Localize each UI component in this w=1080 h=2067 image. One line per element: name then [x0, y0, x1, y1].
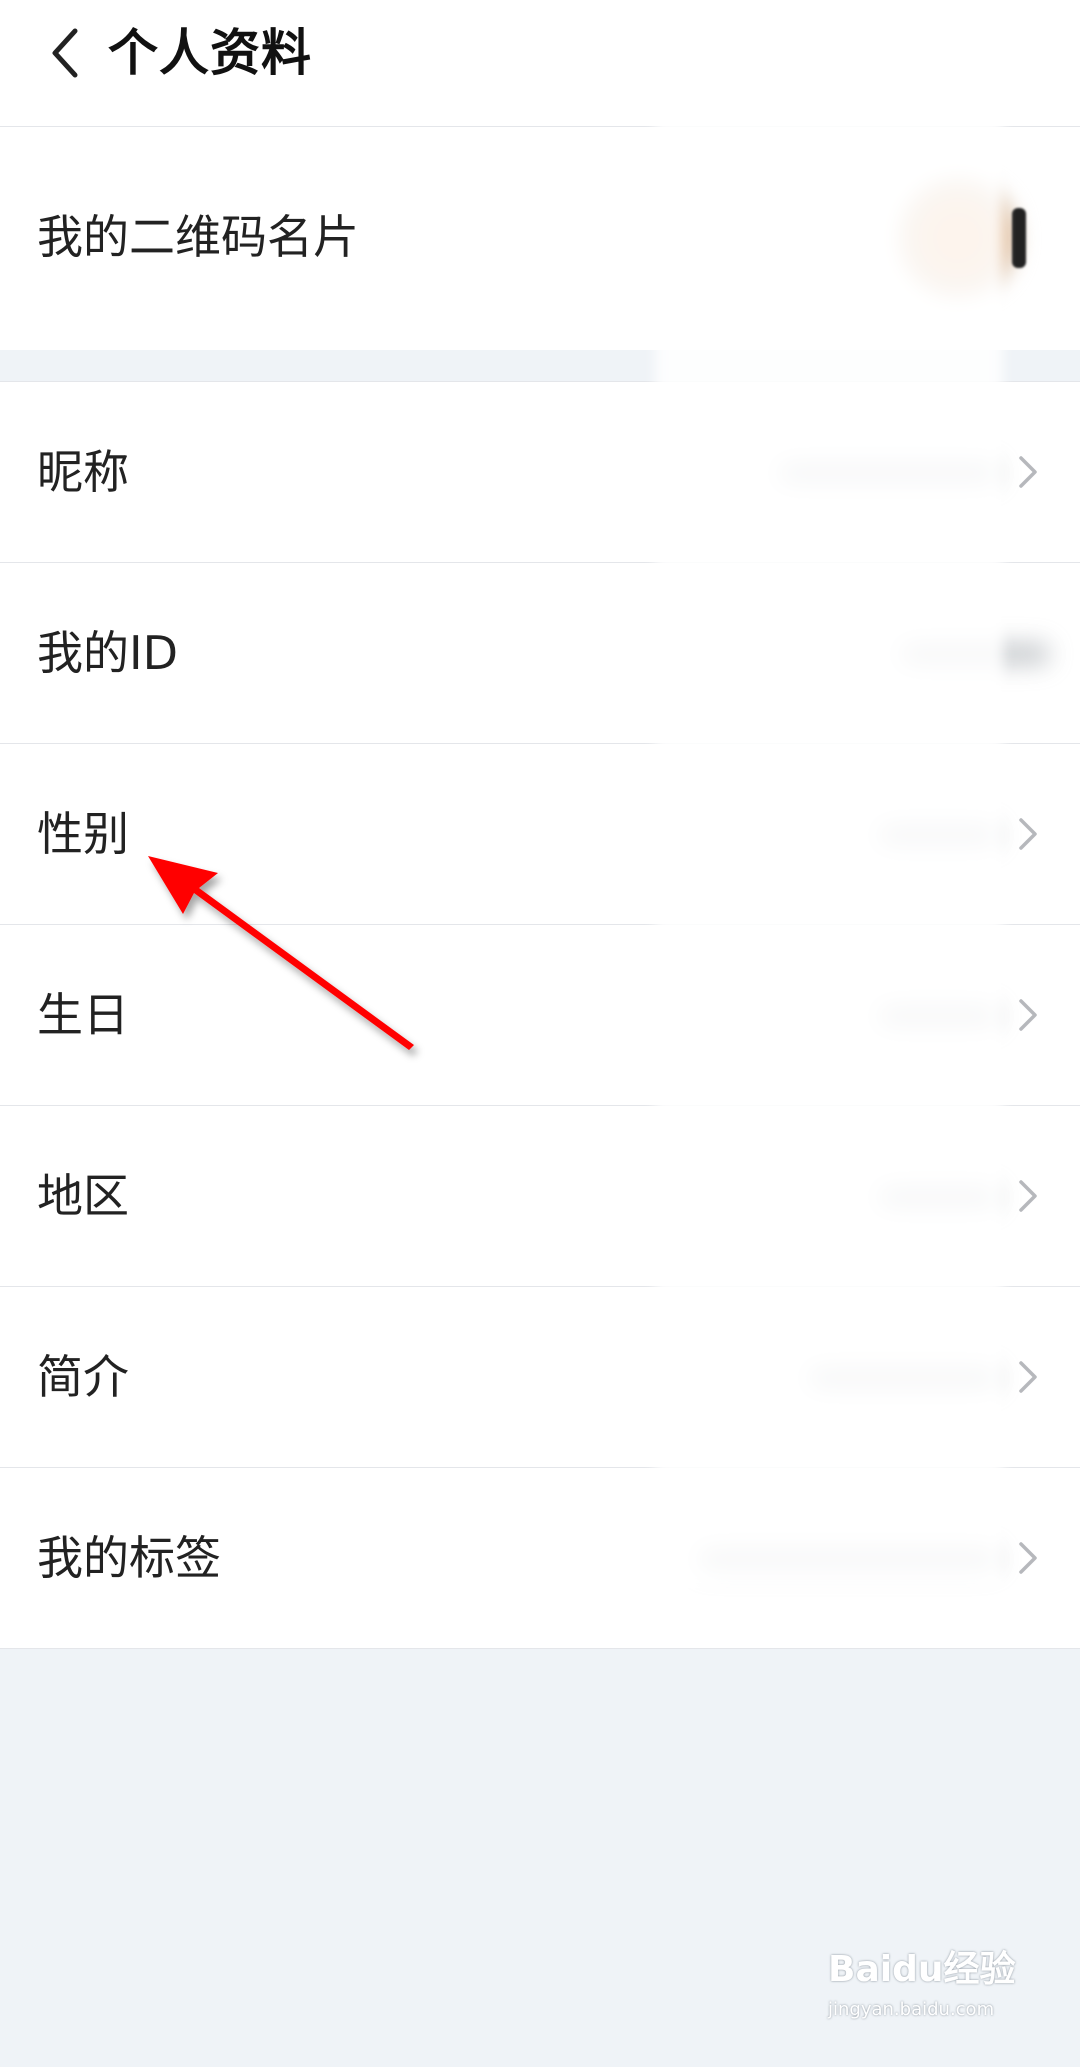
- tags-value-blurred: [698, 1548, 998, 1570]
- chevron-right-icon: [1010, 1359, 1046, 1395]
- watermark-url: jingyan.baidu.com: [828, 1999, 995, 2020]
- list-item-birthday[interactable]: 生日: [0, 925, 1080, 1106]
- gender-label: 性别: [37, 807, 129, 861]
- list-item-region[interactable]: 地区: [0, 1106, 1080, 1287]
- gender-value-blurred: [878, 824, 998, 846]
- chevron-right-icon: [1010, 997, 1046, 1033]
- nickname-label: 昵称: [37, 445, 129, 499]
- bio-label: 简介: [37, 1350, 129, 1404]
- qr-card-label: 我的二维码名片: [37, 210, 359, 264]
- birthday-label: 生日: [37, 988, 129, 1042]
- region-label: 地区: [37, 1169, 129, 1223]
- birthday-value-blurred: [878, 1005, 998, 1027]
- chevron-left-icon: [52, 28, 78, 78]
- qr-code-icon: [1012, 208, 1026, 268]
- list-item-id[interactable]: 我的ID: [0, 563, 1080, 744]
- watermark-brand: Baidu经验: [828, 1949, 1016, 1990]
- page-title: 个人资料: [108, 24, 312, 82]
- id-value-blurred: [900, 643, 1050, 665]
- chevron-right-icon: [1010, 1540, 1046, 1576]
- chevron-right-icon: [1010, 454, 1046, 490]
- list-item-gender[interactable]: 性别: [0, 744, 1080, 925]
- tags-label: 我的标签: [37, 1531, 221, 1585]
- avatar: [898, 178, 1018, 298]
- profile-list: 昵称 我的ID 性别 生日 地区 简介 我的标签: [0, 381, 1080, 1649]
- list-item-bio[interactable]: 简介: [0, 1287, 1080, 1468]
- chevron-right-icon: [1010, 816, 1046, 852]
- chevron-right-icon: [1010, 1178, 1046, 1214]
- back-button[interactable]: [30, 18, 100, 88]
- list-item-tags[interactable]: 我的标签: [0, 1468, 1080, 1648]
- top-bar: 个人资料: [0, 0, 1080, 127]
- nickname-value-blurred: [778, 462, 998, 484]
- watermark: Baidu经验 jingyan.baidu.com: [828, 1950, 1058, 2040]
- id-label: 我的ID: [37, 626, 178, 680]
- region-value-blurred: [878, 1186, 998, 1208]
- bio-value-blurred: [808, 1367, 998, 1389]
- list-item-nickname[interactable]: 昵称: [0, 382, 1080, 563]
